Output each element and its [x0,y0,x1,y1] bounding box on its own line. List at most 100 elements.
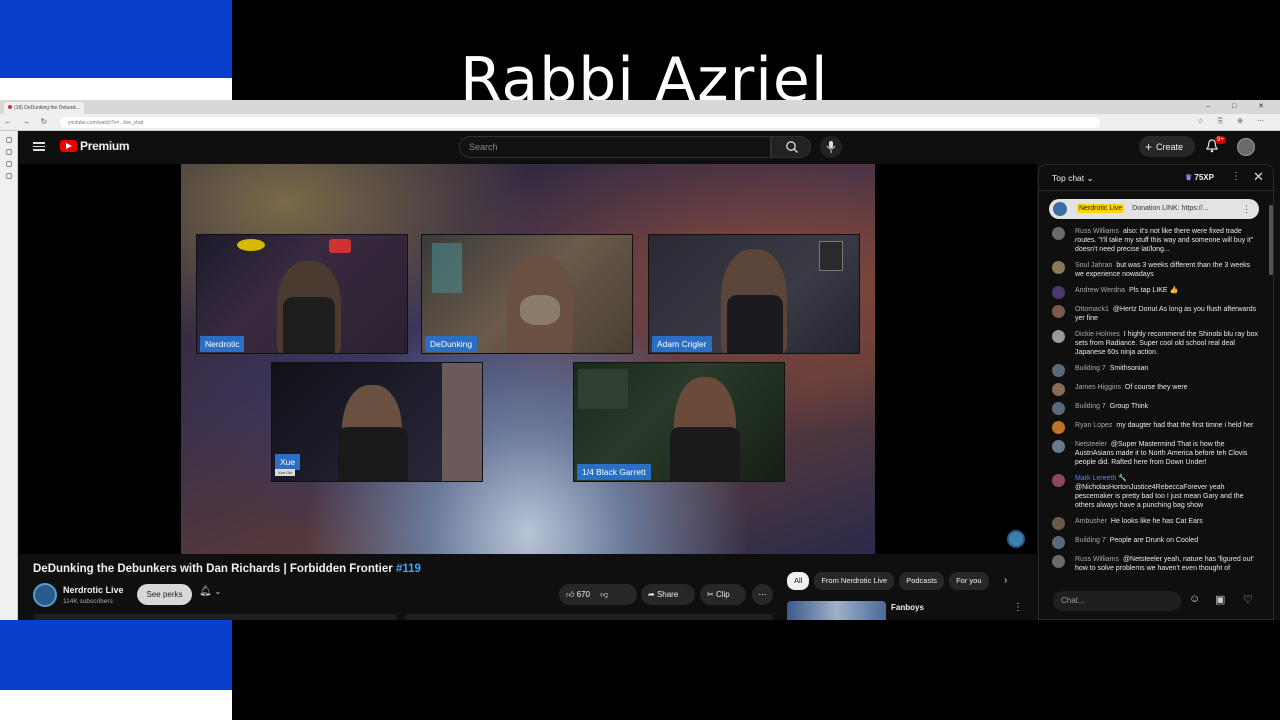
channel-name[interactable]: Nerdrotic Live [63,585,124,595]
chat-menu-icon[interactable]: ⋮ [1231,171,1241,182]
window-controls[interactable]: – □ ✕ [1206,102,1274,110]
chat-author[interactable]: Ambusher [1075,518,1107,525]
pinned-menu-icon[interactable]: ⋮ [1242,199,1251,219]
share-icon: ➦ [648,590,655,599]
avatar[interactable] [1052,305,1065,318]
chat-message[interactable]: Andrew Werdna Pls tap LIKE 👍 [1039,284,1267,300]
avatar[interactable] [1052,330,1065,343]
chat-message[interactable]: Ryan Lopez my daugter had that the first … [1039,419,1267,435]
chat-message[interactable]: Netsteeler @Super Mastermind That is how … [1039,438,1267,469]
hamburger-menu-icon[interactable] [33,140,45,152]
chat-mode-dropdown[interactable]: Top chat ⌄ [1052,173,1094,184]
clip-label: Clip [715,590,730,599]
recommendation-chips: All From Nerdrotic Live Podcasts For you [787,572,989,592]
chip-from-channel[interactable]: From Nerdrotic Live [814,572,895,590]
channel-watermark-icon[interactable] [1007,530,1025,548]
chat-author[interactable]: James Higgins [1075,384,1121,391]
search-icon [786,141,798,153]
avatar[interactable] [1052,364,1065,377]
sidebar-icon[interactable] [5,173,12,179]
recommended-video-thumbnail[interactable] [787,601,886,620]
heart-icon[interactable]: ♡ [1243,593,1253,606]
chat-message[interactable]: James Higgins Of course they were [1039,381,1267,397]
subscription-bell-button[interactable]: 🔔︎ ⌄ [199,586,235,604]
channel-avatar[interactable] [33,583,57,607]
chip-all[interactable]: All [787,572,810,590]
xp-badge[interactable]: ♛ 75XP [1185,173,1214,182]
video-player[interactable]: Nerdrotic DeDunking Adam Crigler Xue Xue… [19,164,1037,554]
chat-author[interactable]: Ryan Lopez [1075,422,1112,429]
chat-message[interactable]: Building 7 Group Think [1039,400,1267,416]
nav-buttons[interactable]: ← → ↻ [4,117,51,126]
emoji-icon[interactable]: ☺ [1189,593,1200,605]
recommended-video-menu-icon[interactable]: ⋮ [1013,602,1023,613]
like-button[interactable]: 👍︎ 670 [566,590,590,599]
search-input[interactable]: Search [459,136,771,158]
chat-message[interactable]: Russ Williams @Netsteeler yeah, nature ha… [1039,553,1267,575]
chip-for-you[interactable]: For you [949,572,989,590]
avatar[interactable] [1052,261,1065,274]
video-hashtag[interactable]: #119 [396,563,421,575]
chevron-right-icon[interactable]: › [1004,575,1007,586]
sidebar-icon[interactable] [5,161,12,167]
pinned-message[interactable]: Nerdrotic Live Donation LINK: https://..… [1049,199,1259,219]
avatar[interactable] [1052,555,1065,568]
chat-author[interactable]: Russ Williams [1075,556,1119,563]
chat-author[interactable]: Netsteeler [1075,441,1107,448]
chip-podcasts[interactable]: Podcasts [899,572,945,590]
chat-input[interactable]: Chat... [1053,591,1181,611]
avatar[interactable] [1052,286,1065,299]
chat-message[interactable]: Building 7 Smithsonian [1039,362,1267,378]
recommended-video-title[interactable]: Fanboys [891,603,924,612]
chat-message[interactable]: Mark Lereeth 🔧 @NicholasHortonJustice4Reb… [1039,472,1267,512]
chat-author[interactable]: Mark Lereeth 🔧 [1075,475,1127,482]
youtube-play-icon [60,140,77,152]
chat-message[interactable]: Building 7 People are Drunk on Cooled [1039,534,1267,550]
supers-icon[interactable]: ▣ [1215,593,1225,606]
clip-button[interactable]: ✂ Clip [700,584,746,605]
chat-message-list[interactable]: Russ Williams also: it's not like there w… [1039,225,1267,581]
chat-text: Pls tap LIKE 👍 [1129,287,1179,294]
sidebar-icon[interactable] [5,149,12,155]
close-icon[interactable]: ✕ [1253,169,1264,185]
sidebar-icon[interactable] [5,137,12,143]
browser-toolbar-icons[interactable]: ☆ ⎘ ⊕ ⋯ [1197,117,1270,126]
chat-scrollbar[interactable] [1269,205,1273,275]
chat-author[interactable]: Russ Williams [1075,228,1119,235]
account-avatar[interactable] [1237,138,1255,156]
create-button[interactable]: + Create [1139,136,1195,157]
avatar[interactable] [1052,440,1065,453]
chat-message[interactable]: Ottomack1 @Hertz Donut As long as you flu… [1039,303,1267,325]
dislike-button[interactable]: 👎︎ [600,590,608,599]
search-button[interactable] [771,136,811,158]
chat-author[interactable]: Building 7 [1075,365,1106,372]
chat-author[interactable]: Building 7 [1075,403,1106,410]
chat-text: He looks like he has Cat Ears [1110,518,1203,525]
avatar[interactable] [1052,227,1065,240]
share-button[interactable]: ➦ Share [641,584,695,605]
chat-author[interactable]: Dickie Holmes [1075,331,1120,338]
chat-author[interactable]: Soul Jahran [1075,262,1112,269]
avatar[interactable] [1052,517,1065,530]
description-box-edge [405,614,773,620]
chat-message[interactable]: Ambusher He looks like he has Cat Ears [1039,515,1267,531]
see-perks-button[interactable]: See perks [137,584,192,605]
browser-tab[interactable]: (18) DeDunking the Debunk... [4,102,84,114]
chat-message[interactable]: Dickie Holmes I highly recommend the Shin… [1039,328,1267,359]
chat-message[interactable]: Russ Williams also: it's not like there w… [1039,225,1267,256]
voice-search-button[interactable] [820,136,842,158]
avatar[interactable] [1052,536,1065,549]
chat-author[interactable]: Ottomack1 [1075,306,1109,313]
more-actions-button[interactable]: ⋯ [752,584,773,605]
avatar[interactable] [1052,383,1065,396]
url-field[interactable]: youtube.com/watch?v=...live_chat [60,117,1100,128]
chat-message[interactable]: Soul Jahran but was 3 weeks different tha… [1039,259,1267,281]
avatar[interactable] [1052,421,1065,434]
avatar[interactable] [1052,474,1065,487]
chat-author[interactable]: Andrew Werdna [1075,287,1125,294]
avatar[interactable] [1052,402,1065,415]
chat-text: @NicholasHortonJustice4RebeccaForever ye… [1075,484,1244,509]
logo-text: Premium [80,139,130,153]
chat-author[interactable]: Building 7 [1075,537,1106,544]
youtube-logo[interactable]: Premium [60,139,130,153]
